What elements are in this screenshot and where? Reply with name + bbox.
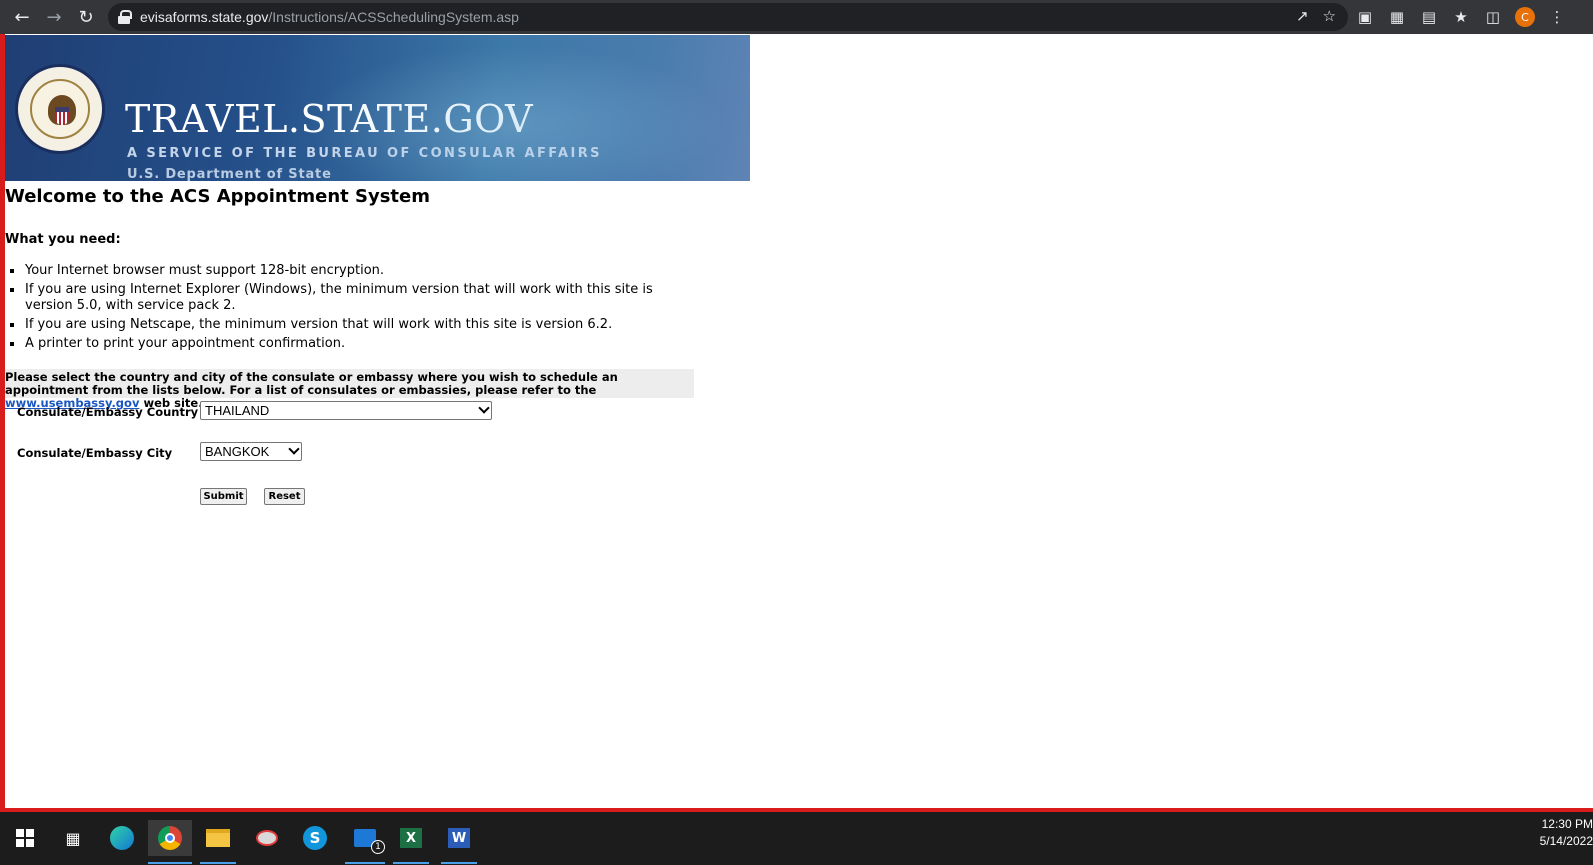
site-banner: TRAVEL.STATE.GOV A SERVICE OF THE BUREAU… [5,35,750,181]
browser-toolbar: ← → ↻ evisaforms.state.gov/Instructions/… [0,0,1593,34]
menu-dots-icon[interactable]: ⋮ [1547,7,1567,27]
word-icon[interactable]: W [441,820,477,864]
country-label: Consulate/Embassy Country [17,405,199,419]
city-select-value: BANGKOK [205,444,270,459]
extensions-puzzle-icon[interactable]: ★ [1451,7,1471,27]
submit-button[interactable]: Submit [200,488,247,505]
task-view-icon[interactable]: ▦ [55,820,91,856]
city-select[interactable]: BANGKOK [200,442,302,461]
address-bar[interactable]: evisaforms.state.gov/Instructions/ACSSch… [108,3,1348,31]
list-item: A printer to print your appointment conf… [8,336,688,352]
country-select[interactable]: THAILAND [200,401,492,420]
mail-icon[interactable]: 1 [345,820,385,864]
chrome-browser-icon[interactable] [148,820,192,864]
skype-icon[interactable]: S [297,820,333,856]
city-label: Consulate/Embassy City [17,446,173,460]
mail-badge: 1 [371,840,385,854]
snipping-tool-icon[interactable] [249,820,285,856]
file-explorer-icon[interactable] [200,820,236,864]
taskbar-clock[interactable]: 12:30 PM 5/14/2022 [1540,816,1593,850]
site-subtitle: A SERVICE OF THE BUREAU OF CONSULAR AFFA… [127,146,602,161]
page-title: Welcome to the ACS Appointment System [5,186,430,207]
translate-extension-icon[interactable]: ▣ [1355,7,1375,27]
clock-date: 5/14/2022 [1539,834,1593,848]
country-select-value: THAILAND [205,403,270,418]
windows-taskbar: ▦ S 1 X W 12:30 PM 5/14/2022 [0,812,1593,865]
list-item: If you are using Internet Explorer (Wind… [8,282,688,314]
edge-browser-icon[interactable] [104,820,140,856]
url-path: /Instructions/ACSSchedulingSystem.asp [268,9,519,25]
chevron-down-icon [288,443,300,455]
reload-icon[interactable]: ↻ [70,0,102,34]
windows-logo-icon [16,829,34,847]
instruction-text: Please select the country and city of th… [5,370,618,397]
profile-avatar[interactable]: C [1515,7,1535,27]
site-title[interactable]: TRAVEL.STATE.GOV [125,97,533,141]
clock-time: 12:30 PM [1541,817,1593,831]
chevron-down-icon [478,402,490,414]
selection-instructions: Please select the country and city of th… [5,369,694,410]
start-button[interactable] [7,820,43,856]
reset-button[interactable]: Reset [264,488,305,505]
lock-icon[interactable] [118,10,132,24]
image-extension-icon[interactable]: ▦ [1387,7,1407,27]
share-icon[interactable]: ↗ [1296,7,1309,25]
forward-arrow-icon[interactable]: → [38,0,70,34]
site-department: U.S. Department of State [127,167,332,181]
department-seal-icon [15,64,105,154]
requirements-list: Your Internet browser must support 128-b… [8,263,688,355]
side-panel-icon[interactable]: ◫ [1483,7,1503,27]
back-arrow-icon[interactable]: ← [6,0,38,34]
bookmark-star-icon[interactable]: ☆ [1323,7,1336,25]
list-item: Your Internet browser must support 128-b… [8,263,688,279]
code-extension-icon[interactable]: ▤ [1419,7,1439,27]
url-host: evisaforms.state.gov [140,9,269,25]
requirements-heading: What you need: [5,232,121,247]
url-text[interactable]: evisaforms.state.gov/Instructions/ACSSch… [140,9,519,25]
excel-icon[interactable]: X [393,820,429,864]
list-item: If you are using Netscape, the minimum v… [8,317,688,333]
